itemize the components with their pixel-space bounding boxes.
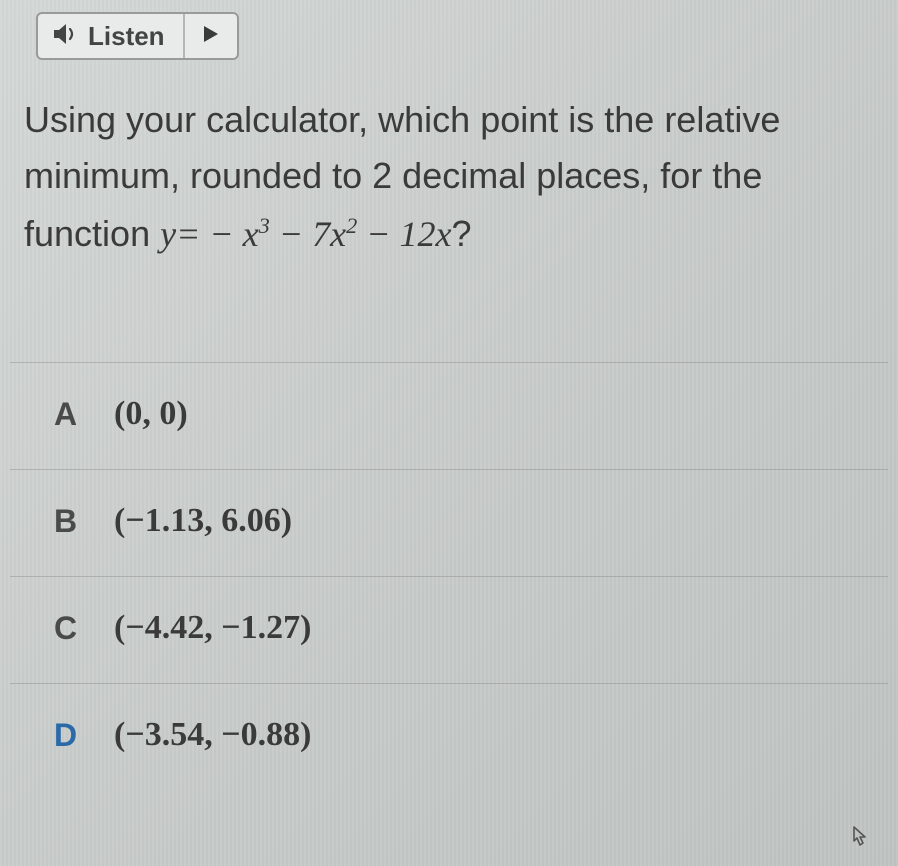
question-line-2: minimum, rounded to 2 decimal places, fo… [24, 148, 874, 204]
question-line-1: Using your calculator, which point is th… [24, 92, 874, 148]
options-list: A (0, 0) B (−1.13, 6.06) C (−4.42, −1.27… [10, 362, 888, 764]
listen-button[interactable]: Listen [36, 12, 239, 60]
option-b[interactable]: B (−1.13, 6.06) [10, 469, 888, 576]
option-d[interactable]: D (−3.54, −0.88) [10, 683, 888, 764]
listen-main: Listen [38, 14, 185, 58]
option-text: (−4.42, −1.27) [114, 609, 311, 647]
pointer-cursor-icon [846, 821, 876, 860]
question-line-3: function y= − x3 − 7x2 − 12x? [24, 206, 874, 263]
option-letter: C [54, 610, 86, 647]
play-icon [203, 25, 219, 48]
listen-label: Listen [88, 21, 165, 52]
option-letter: D [54, 717, 86, 754]
option-a[interactable]: A (0, 0) [10, 362, 888, 469]
option-text: (−1.13, 6.06) [114, 502, 292, 540]
option-text: (−3.54, −0.88) [114, 716, 311, 754]
option-c[interactable]: C (−4.42, −1.27) [10, 576, 888, 683]
question-text: Using your calculator, which point is th… [24, 92, 874, 262]
option-letter: B [54, 503, 86, 540]
q-prefix: function [24, 213, 160, 254]
option-letter: A [54, 396, 86, 433]
play-segment[interactable] [185, 14, 237, 58]
equation: y= − x3 − 7x2 − 12x [160, 214, 451, 254]
speaker-icon [52, 22, 80, 51]
q-suffix: ? [452, 213, 472, 254]
option-text: (0, 0) [114, 395, 188, 433]
